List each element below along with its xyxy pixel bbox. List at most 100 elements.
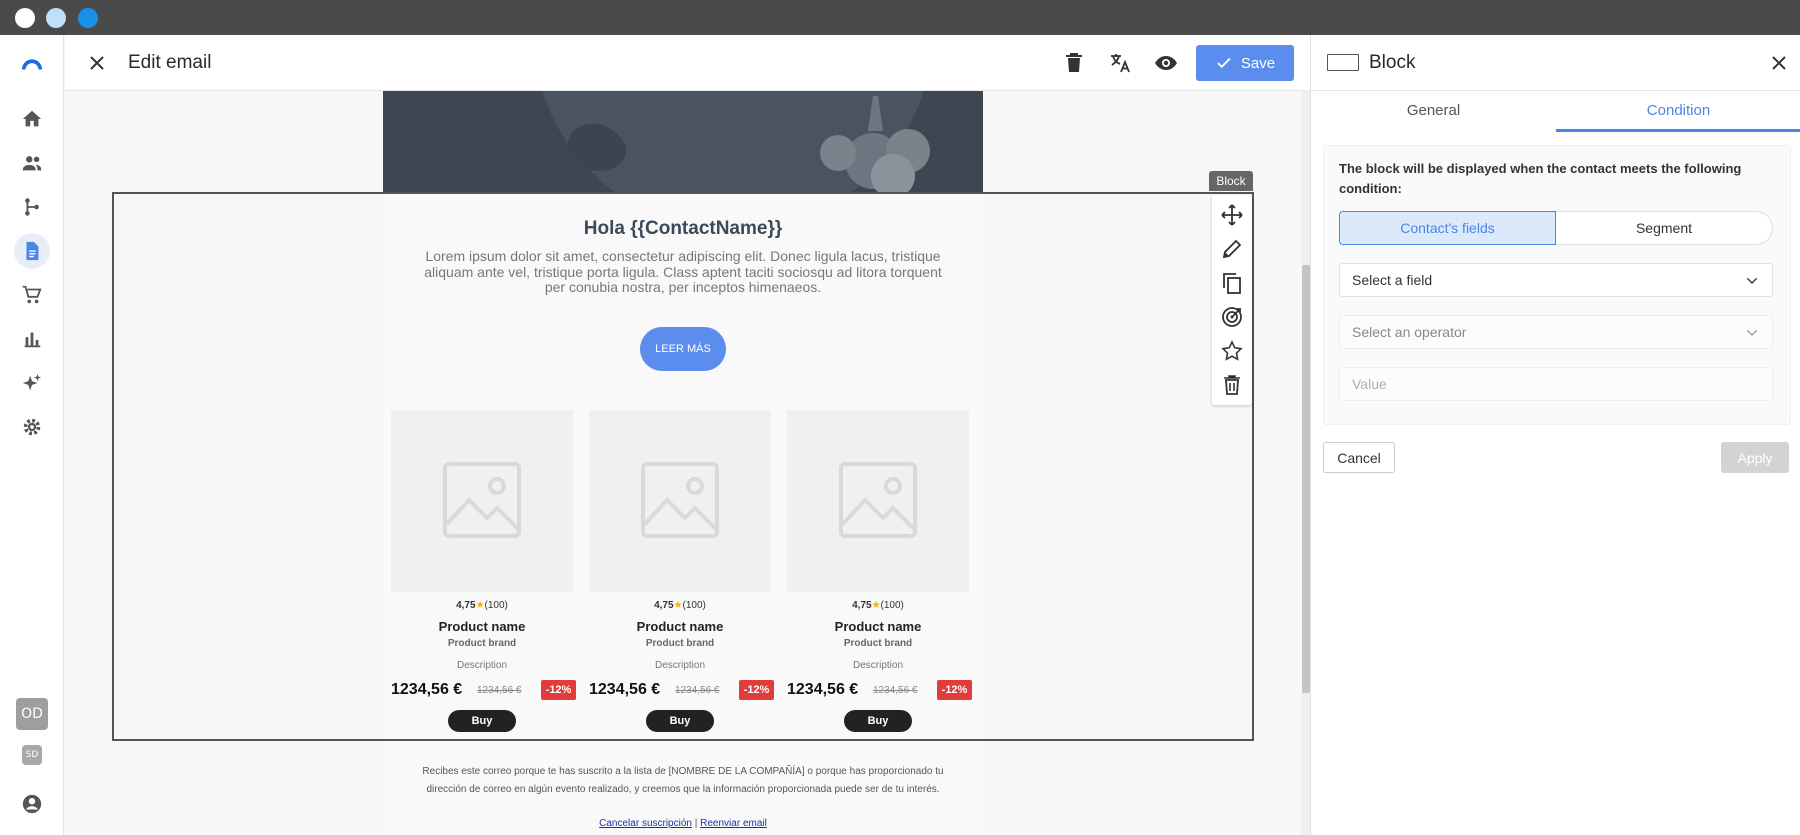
product-old-price: 1234,56 € bbox=[477, 685, 522, 696]
rating-value: 4,75 bbox=[456, 600, 476, 611]
cancel-button[interactable]: Cancel bbox=[1323, 442, 1395, 473]
pencil-icon[interactable] bbox=[1220, 237, 1244, 261]
window-close-dot[interactable] bbox=[15, 8, 35, 28]
window-minimize-dot[interactable] bbox=[46, 8, 66, 28]
email-greeting: Hola {{ContactName}} bbox=[583, 218, 783, 239]
product-name: Product name bbox=[636, 619, 724, 634]
product-discount-badge: -12% bbox=[937, 680, 972, 700]
close-icon[interactable] bbox=[1767, 51, 1791, 75]
email-footer-links: Cancelar suscripción | Reenviar email bbox=[383, 818, 983, 829]
product-price: 1234,56 € bbox=[787, 681, 859, 698]
cta-button[interactable]: LEER MÁS bbox=[640, 327, 726, 371]
product-name: Product name bbox=[834, 619, 922, 634]
trash-icon[interactable] bbox=[1062, 51, 1086, 75]
image-placeholder-icon bbox=[443, 462, 521, 538]
rating-count: (100) bbox=[484, 600, 508, 611]
product-description: Description bbox=[654, 660, 706, 671]
page-title: Edit email bbox=[128, 52, 212, 73]
condition-card: The block will be displayed when the con… bbox=[1323, 145, 1791, 425]
nav-automations[interactable] bbox=[14, 189, 50, 225]
buy-button[interactable]: Buy bbox=[844, 710, 912, 732]
rating-star-icon: ★ bbox=[475, 600, 485, 611]
block-toolbar bbox=[1212, 195, 1252, 405]
document-icon bbox=[26, 241, 39, 261]
rating-star-icon: ★ bbox=[673, 600, 683, 611]
people-icon bbox=[22, 156, 42, 171]
nav-home[interactable] bbox=[14, 101, 50, 137]
unsubscribe-link[interactable]: Cancelar suscripción bbox=[599, 818, 692, 829]
chevron-down-icon bbox=[1746, 329, 1758, 336]
product-rating: 4,75★(100) bbox=[589, 600, 771, 611]
product-price: 1234,56 € bbox=[391, 681, 463, 698]
segment-segment[interactable]: Segment bbox=[1556, 211, 1773, 245]
image-placeholder-icon bbox=[641, 462, 719, 538]
translate-icon[interactable] bbox=[1108, 51, 1132, 75]
email-lorem-text: Lorem ipsum dolor sit amet, consectetur … bbox=[424, 248, 942, 295]
product-description: Description bbox=[852, 660, 904, 671]
window-titlebar bbox=[0, 0, 1800, 35]
secondary-avatar[interactable]: SD bbox=[22, 745, 42, 765]
block-settings-panel: Block General Condition The block will b… bbox=[1310, 35, 1800, 835]
value-input[interactable] bbox=[1339, 367, 1773, 401]
segment-contacts-fields[interactable]: Contact's fields bbox=[1339, 211, 1556, 245]
eye-icon[interactable] bbox=[1154, 51, 1178, 75]
product-brand: Product brand bbox=[645, 638, 715, 649]
window-maximize-dot[interactable] bbox=[78, 8, 98, 28]
close-icon[interactable] bbox=[85, 51, 109, 75]
move-icon[interactable] bbox=[1220, 203, 1244, 227]
panel-title: Block bbox=[1369, 52, 1416, 73]
app-logo[interactable] bbox=[14, 46, 50, 82]
nav-campaigns[interactable] bbox=[14, 233, 50, 269]
product-card: 4,75★(100) Product name Product brand De… bbox=[589, 410, 774, 740]
editor-header: Edit email Save bbox=[65, 35, 1310, 91]
rating-value: 4,75 bbox=[654, 600, 674, 611]
nav-ecommerce[interactable] bbox=[14, 277, 50, 313]
apply-button[interactable]: Apply bbox=[1721, 442, 1789, 473]
product-discount-badge: -12% bbox=[739, 680, 774, 700]
nav-reports[interactable] bbox=[14, 321, 50, 357]
rating-star-icon: ★ bbox=[871, 600, 881, 611]
home-icon bbox=[22, 110, 42, 127]
buy-button[interactable]: Buy bbox=[448, 710, 516, 732]
rating-count: (100) bbox=[880, 600, 904, 611]
tab-general[interactable]: General bbox=[1311, 91, 1556, 132]
copy-icon[interactable] bbox=[1220, 271, 1244, 295]
buy-button[interactable]: Buy bbox=[646, 710, 714, 732]
nav-ai[interactable] bbox=[14, 365, 50, 401]
chevron-down-icon bbox=[1746, 277, 1758, 284]
product-card: 4,75★(100) Product name Product brand De… bbox=[787, 410, 972, 740]
product-description: Description bbox=[456, 660, 508, 671]
product-discount-badge: -12% bbox=[541, 680, 576, 700]
nav-account[interactable] bbox=[14, 786, 50, 822]
hero-illustration-icon bbox=[542, 91, 930, 192]
product-old-price: 1234,56 € bbox=[873, 685, 918, 696]
product-card: 4,75★(100) Product name Product brand De… bbox=[391, 410, 576, 740]
sparkle-icon bbox=[22, 373, 42, 391]
field-select[interactable]: Select a field bbox=[1339, 263, 1773, 297]
save-label: Save bbox=[1240, 54, 1276, 72]
flow-icon bbox=[25, 198, 39, 216]
rating-count: (100) bbox=[682, 600, 706, 611]
target-icon[interactable] bbox=[1220, 305, 1244, 329]
product-brand: Product brand bbox=[843, 638, 913, 649]
hero-image bbox=[383, 91, 983, 192]
email-footer-text: Recibes este correo porque te has suscri… bbox=[422, 766, 944, 795]
logo-icon bbox=[21, 59, 43, 70]
product-rating: 4,75★(100) bbox=[787, 600, 969, 611]
delete-icon[interactable] bbox=[1220, 373, 1244, 397]
save-button[interactable]: Save bbox=[1196, 45, 1294, 81]
canvas-scrollbar-thumb[interactable] bbox=[1302, 265, 1310, 693]
chart-icon bbox=[24, 332, 41, 348]
operator-select-value: Select an operator bbox=[1352, 324, 1467, 340]
tab-condition[interactable]: Condition bbox=[1556, 91, 1800, 132]
star-icon[interactable] bbox=[1220, 339, 1244, 363]
user-avatar[interactable]: OD bbox=[16, 698, 48, 730]
operator-select[interactable]: Select an operator bbox=[1339, 315, 1773, 349]
nav-settings[interactable] bbox=[14, 409, 50, 445]
product-image bbox=[391, 410, 573, 592]
condition-description: The block will be displayed when the con… bbox=[1339, 161, 1742, 196]
nav-contacts[interactable] bbox=[14, 145, 50, 181]
forward-email-link[interactable]: Reenviar email bbox=[700, 818, 767, 829]
product-rating: 4,75★(100) bbox=[391, 600, 573, 611]
footer-link-separator: | bbox=[694, 818, 698, 829]
